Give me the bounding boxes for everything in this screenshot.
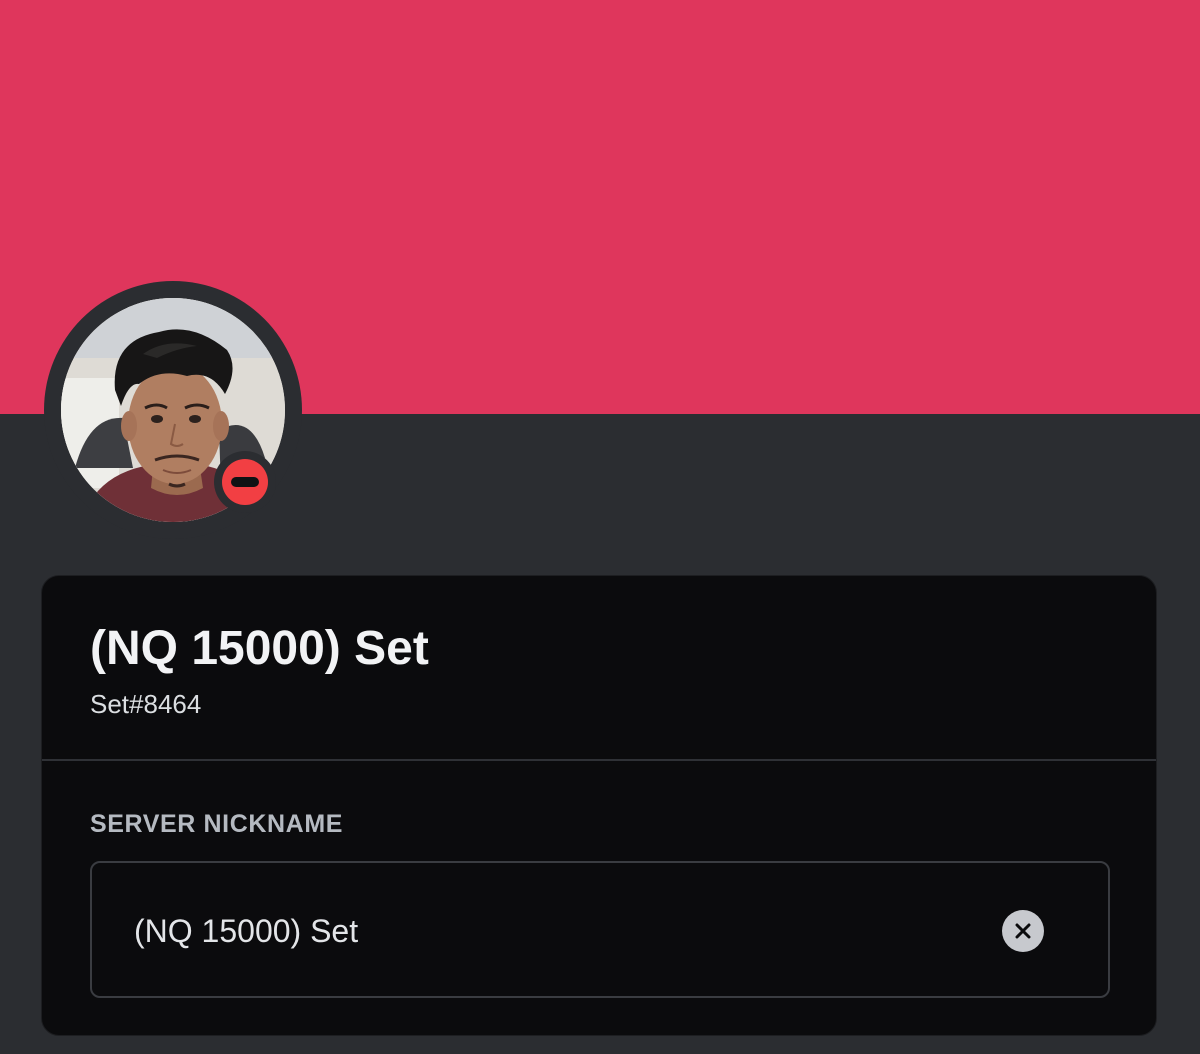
clear-nickname-button[interactable] <box>1002 910 1044 952</box>
card-divider <box>42 759 1156 761</box>
profile-card: (NQ 15000) Set Set#8464 SERVER NICKNAME <box>41 575 1157 1036</box>
status-minus-bar <box>231 477 259 487</box>
server-nickname-input[interactable] <box>134 911 954 951</box>
server-nickname-label: SERVER NICKNAME <box>90 810 344 838</box>
server-nickname-field[interactable] <box>90 861 1110 998</box>
username: Set#8464 <box>90 689 202 719</box>
close-icon <box>1015 923 1031 939</box>
profile-page: (NQ 15000) Set Set#8464 SERVER NICKNAME <box>0 0 1200 1054</box>
do-not-disturb-status-icon <box>222 459 268 505</box>
display-name: (NQ 15000) Set <box>90 622 429 675</box>
